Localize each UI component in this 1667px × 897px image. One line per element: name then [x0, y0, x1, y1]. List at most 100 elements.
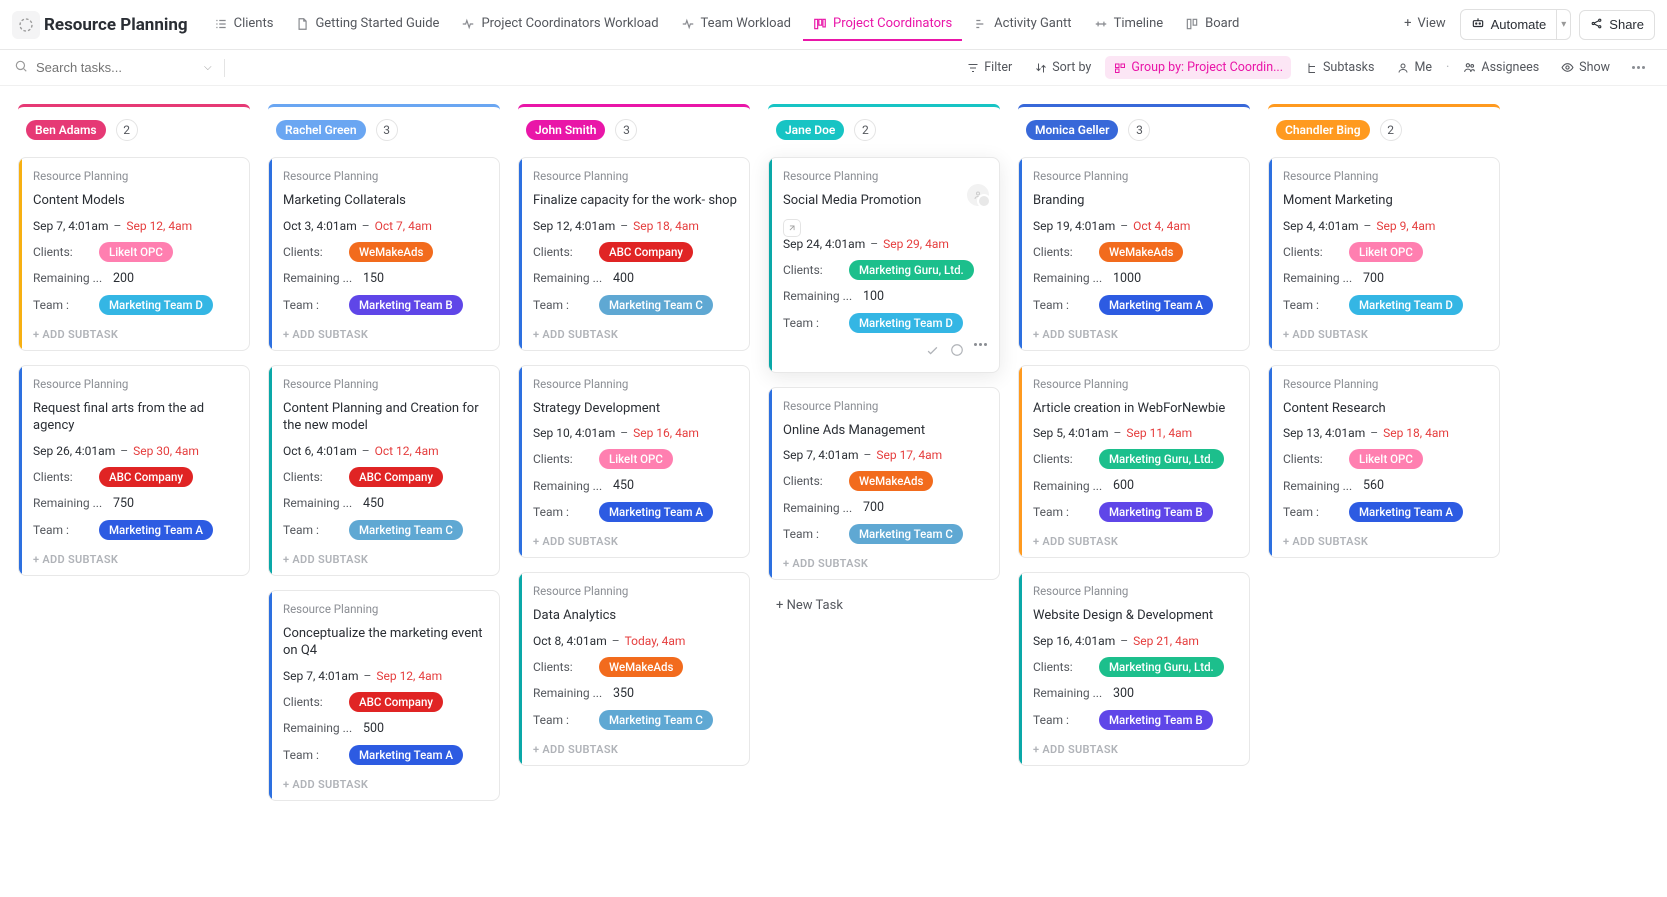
client-pill[interactable]: ABC Company [349, 692, 443, 712]
team-pill[interactable]: Marketing Team B [1099, 710, 1213, 730]
team-pill[interactable]: Marketing Team D [99, 295, 213, 315]
team-pill[interactable]: Marketing Team A [599, 502, 713, 522]
group-button[interactable]: Group by: Project Coordin... [1105, 56, 1291, 79]
team-pill[interactable]: Marketing Team A [1099, 295, 1213, 315]
assignee-avatar[interactable] [967, 184, 989, 206]
task-card[interactable]: Resource PlanningMarketing CollateralsOc… [268, 157, 500, 351]
team-row: Team :Marketing Team C [283, 520, 487, 540]
add-subtask-button[interactable]: + ADD SUBTASK [269, 544, 499, 575]
task-card[interactable]: Resource PlanningStrategy DevelopmentSep… [518, 365, 750, 559]
search-input[interactable] [36, 60, 196, 75]
more-icon[interactable] [974, 343, 987, 362]
sort-button[interactable]: Sort by [1026, 56, 1099, 79]
clients-row: Clients:Marketing Guru, Ltd. [1033, 449, 1237, 469]
tab-timeline[interactable]: Timeline [1084, 8, 1174, 41]
card-accent [19, 158, 22, 350]
add-subtask-button[interactable]: + ADD SUBTASK [519, 319, 749, 350]
team-pill[interactable]: Marketing Team B [349, 295, 463, 315]
clients-row: Clients:Marketing Guru, Ltd. [1033, 657, 1237, 677]
me-button[interactable]: Me [1388, 56, 1440, 79]
add-subtask-button[interactable]: + ADD SUBTASK [269, 769, 499, 800]
client-pill[interactable]: ABC Company [599, 242, 693, 262]
task-card[interactable]: Resource PlanningWebsite Design & Develo… [1018, 572, 1250, 766]
add-subtask-button[interactable]: + ADD SUBTASK [1019, 734, 1249, 765]
team-pill[interactable]: Marketing Team A [1349, 502, 1463, 522]
task-card[interactable]: Resource PlanningOnline Ads ManagementSe… [768, 387, 1000, 581]
task-card[interactable]: Resource PlanningSocial Media PromotionS… [768, 157, 1000, 373]
share-button[interactable]: Share [1579, 10, 1655, 40]
team-pill[interactable]: Marketing Team A [99, 520, 213, 540]
task-card[interactable]: Resource PlanningRequest final arts from… [18, 365, 250, 576]
column-name[interactable]: John Smith [526, 120, 605, 140]
team-pill[interactable]: Marketing Team C [349, 520, 463, 540]
client-pill[interactable]: LikeIt OPC [1349, 242, 1423, 262]
automate-button[interactable]: Automate [1460, 9, 1558, 40]
subtasks-button[interactable]: Subtasks [1297, 56, 1382, 79]
add-subtask-button[interactable]: + ADD SUBTASK [19, 544, 249, 575]
new-task-button[interactable]: + New Task [768, 594, 1000, 617]
column-name[interactable]: Jane Doe [776, 120, 844, 140]
show-button[interactable]: Show [1553, 56, 1618, 79]
team-pill[interactable]: Marketing Team D [1349, 295, 1463, 315]
client-pill[interactable]: LikeIt OPC [1349, 449, 1423, 469]
task-card[interactable]: Resource PlanningContent Planning and Cr… [268, 365, 500, 576]
add-subtask-button[interactable]: + ADD SUBTASK [1269, 319, 1499, 350]
client-pill[interactable]: WeMakeAds [349, 242, 433, 262]
client-pill[interactable]: Marketing Guru, Ltd. [1099, 449, 1224, 469]
task-card[interactable]: Resource PlanningContent ModelsSep 7, 4:… [18, 157, 250, 351]
team-pill[interactable]: Marketing Team A [349, 745, 463, 765]
search-chevron-icon[interactable]: ⌵ [204, 62, 212, 73]
tab-team-workload[interactable]: Team Workload [671, 8, 801, 41]
add-subtask-button[interactable]: + ADD SUBTASK [19, 319, 249, 350]
tab-project-coordinators-workload[interactable]: Project Coordinators Workload [451, 8, 668, 41]
client-pill[interactable]: LikeIt OPC [99, 242, 173, 262]
team-pill[interactable]: Marketing Team D [849, 313, 963, 333]
column-name[interactable]: Rachel Green [276, 120, 366, 140]
task-card[interactable]: Resource PlanningBrandingSep 19, 4:01am–… [1018, 157, 1250, 351]
add-subtask-button[interactable]: + ADD SUBTASK [519, 734, 749, 765]
automate-dropdown[interactable]: ▾ [1557, 9, 1571, 40]
client-pill[interactable]: ABC Company [99, 467, 193, 487]
remaining-row: Remaining ...450 [533, 478, 737, 493]
add-subtask-button[interactable]: + ADD SUBTASK [769, 548, 999, 579]
task-card[interactable]: Resource PlanningData AnalyticsOct 8, 4:… [518, 572, 750, 766]
add-subtask-button[interactable]: + ADD SUBTASK [269, 319, 499, 350]
tab-getting-started-guide[interactable]: Getting Started Guide [285, 8, 449, 41]
tab-clients[interactable]: Clients [204, 8, 284, 41]
task-card[interactable]: Resource PlanningConceptualize the marke… [268, 590, 500, 801]
client-pill[interactable]: WeMakeAds [849, 471, 933, 491]
filter-button[interactable]: Filter [958, 56, 1020, 79]
task-card[interactable]: Resource PlanningFinalize capacity for t… [518, 157, 750, 351]
circle-icon[interactable] [950, 343, 964, 362]
column-name[interactable]: Ben Adams [26, 120, 106, 140]
check-icon[interactable] [925, 343, 940, 362]
team-pill[interactable]: Marketing Team C [599, 295, 713, 315]
tab-project-coordinators[interactable]: Project Coordinators [803, 8, 962, 41]
remaining-row: Remaining ...560 [1283, 478, 1487, 493]
client-pill[interactable]: Marketing Guru, Ltd. [849, 260, 974, 280]
client-pill[interactable]: WeMakeAds [599, 657, 683, 677]
client-pill[interactable]: LikeIt OPC [599, 449, 673, 469]
client-pill[interactable]: Marketing Guru, Ltd. [1099, 657, 1224, 677]
add-subtask-button[interactable]: + ADD SUBTASK [1269, 526, 1499, 557]
task-card[interactable]: Resource PlanningArticle creation in Web… [1018, 365, 1250, 559]
add-subtask-button[interactable]: + ADD SUBTASK [1019, 526, 1249, 557]
team-pill[interactable]: Marketing Team B [1099, 502, 1213, 522]
tab-label: Timeline [1114, 16, 1164, 31]
tab-activity-gantt[interactable]: Activity Gantt [964, 8, 1081, 41]
link-icon[interactable] [783, 219, 801, 237]
task-card[interactable]: Resource PlanningMoment MarketingSep 4, … [1268, 157, 1500, 351]
team-pill[interactable]: Marketing Team C [849, 524, 963, 544]
task-card[interactable]: Resource PlanningContent ResearchSep 13,… [1268, 365, 1500, 559]
column-name[interactable]: Chandler Bing [1276, 120, 1370, 140]
client-pill[interactable]: WeMakeAds [1099, 242, 1183, 262]
client-pill[interactable]: ABC Company [349, 467, 443, 487]
assignees-button[interactable]: Assignees [1455, 56, 1547, 79]
tab-board[interactable]: Board [1175, 8, 1249, 41]
add-subtask-button[interactable]: + ADD SUBTASK [1019, 319, 1249, 350]
add-view-button[interactable]: + View [1394, 8, 1456, 41]
column-name[interactable]: Monica Geller [1026, 120, 1118, 140]
team-pill[interactable]: Marketing Team C [599, 710, 713, 730]
more-button[interactable] [1624, 62, 1653, 73]
add-subtask-button[interactable]: + ADD SUBTASK [519, 526, 749, 557]
